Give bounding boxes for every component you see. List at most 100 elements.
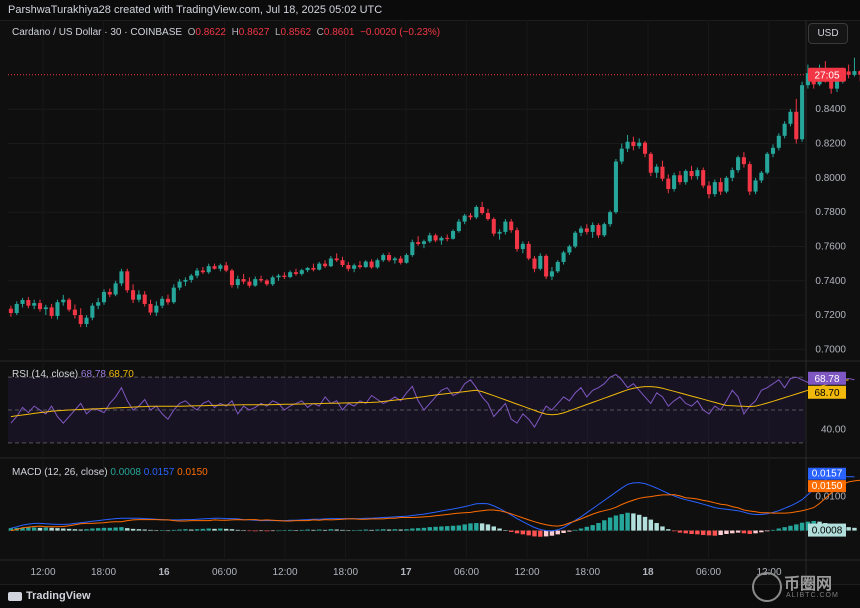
macd-line-value: 0.0157	[143, 467, 175, 478]
time-tick-label: 12:00	[272, 567, 297, 578]
candle-body	[212, 266, 217, 269]
price-tick-label: 0.7400	[815, 276, 846, 287]
candle-body	[37, 303, 43, 310]
macd-histogram-bar	[474, 523, 479, 531]
macd-histogram-bar	[648, 519, 654, 531]
candle-body	[794, 111, 799, 140]
macd-histogram-bar	[148, 529, 153, 531]
macd-histogram-bar	[567, 530, 572, 532]
macd-title: MACD (12, 26, close)	[12, 467, 108, 478]
candle-body	[20, 300, 25, 304]
macd-histogram-bar	[287, 529, 293, 531]
currency-button[interactable]: USD	[808, 23, 848, 44]
macd-histogram-bar	[392, 529, 398, 531]
macd-histogram-bar	[526, 530, 531, 536]
candle-body	[125, 271, 130, 291]
candle-body	[596, 225, 601, 236]
candle-body	[660, 166, 665, 179]
macd-signal-value: 0.0150	[177, 467, 208, 478]
macd-histogram-bar	[660, 526, 665, 531]
candle-body	[43, 307, 48, 310]
candle-body	[67, 299, 72, 310]
macd-histogram-bar	[159, 530, 165, 531]
tradingview-logo[interactable]: TradingView	[8, 590, 91, 602]
macd-histogram-bar	[607, 517, 613, 531]
candle-body	[497, 231, 502, 234]
candle-body	[782, 123, 787, 136]
macd-histogram-bar	[561, 530, 566, 533]
candle-body	[55, 302, 60, 316]
candle-body	[96, 302, 101, 306]
macd-histogram-bar	[101, 527, 107, 531]
candle-body	[741, 157, 746, 165]
macd-histogram-bar	[706, 530, 712, 536]
macd-histogram-bar	[55, 528, 60, 531]
macd-histogram-bar	[311, 529, 316, 531]
candle-body	[218, 265, 223, 269]
macd-histogram-bar	[95, 528, 101, 531]
candle-body	[800, 85, 805, 140]
macd-legend: MACD (12, 26, close) 0.0008 0.0157 0.015…	[12, 467, 208, 478]
macd-histogram-bar	[322, 529, 328, 531]
macd-histogram-bar	[49, 527, 54, 531]
macd-histogram-bar	[154, 530, 159, 531]
candle-body	[491, 219, 496, 234]
time-tick-label: 18:00	[575, 567, 600, 578]
candle-body	[410, 242, 415, 256]
macd-histogram-bar	[241, 530, 246, 531]
macd-histogram-bar	[317, 529, 322, 531]
candle-body	[206, 266, 211, 273]
candle-body	[474, 207, 479, 218]
macd-histogram-bar	[671, 530, 677, 532]
candle-body	[683, 170, 688, 183]
macd-histogram-bar	[572, 529, 578, 531]
candle-body	[532, 258, 537, 269]
candle-body	[544, 255, 549, 277]
candle-body	[183, 279, 188, 282]
macd-histogram-bar	[439, 526, 444, 531]
candle-body	[131, 290, 136, 300]
watermark: 币圈网 ALIBTC.COM	[750, 566, 854, 604]
macd-histogram-bar	[532, 530, 537, 537]
candle-body	[90, 305, 95, 318]
macd-histogram-bar	[543, 530, 549, 537]
candle-body	[637, 142, 642, 147]
macd-histogram-bar	[712, 530, 718, 536]
macd-histogram-bar	[613, 515, 619, 531]
macd-histogram-bar	[596, 523, 601, 531]
macd-histogram-bar	[375, 529, 380, 531]
candle-body	[573, 232, 578, 247]
macd-histogram-bar	[31, 527, 37, 531]
macd-histogram-bar	[189, 529, 194, 531]
macd-histogram-bar	[142, 529, 147, 531]
macd-histogram-bar	[26, 527, 31, 531]
bottom-bar: TradingView	[0, 584, 860, 608]
macd-histogram-bar	[410, 528, 415, 531]
macd-histogram-bar	[381, 529, 386, 531]
macd-histogram-bar	[357, 529, 363, 531]
macd-histogram-bar	[235, 529, 241, 531]
candle-body	[706, 185, 712, 195]
macd-histogram-bar	[433, 526, 438, 531]
chart-canvas[interactable]: 0.8400 0.8200 0.8000 0.7800 0.7600 0.7400 0.72…	[0, 0, 860, 607]
macd-histogram-bar	[136, 529, 142, 531]
macd-histogram-bar	[421, 527, 427, 531]
macd-hist-value: 0.0008	[110, 467, 141, 478]
macd-histogram-bar	[107, 527, 113, 531]
logo-text: TradingView	[26, 590, 91, 602]
candle-body	[154, 305, 159, 313]
macd-histogram-bar	[636, 514, 642, 531]
candle-body	[485, 213, 490, 220]
macd-histogram-bar	[194, 529, 200, 531]
macd-signal-line	[10, 479, 860, 532]
candle-body	[328, 258, 333, 267]
candle-body	[363, 261, 368, 268]
macd-histogram-bar	[223, 528, 229, 531]
candle-body	[602, 224, 607, 236]
macd-histogram-bar	[788, 525, 793, 531]
candle-body	[701, 170, 706, 186]
candle-body	[666, 178, 671, 189]
macd-histogram-bar	[165, 530, 171, 532]
macd-histogram-bar	[404, 529, 409, 531]
candle-body	[323, 263, 328, 267]
